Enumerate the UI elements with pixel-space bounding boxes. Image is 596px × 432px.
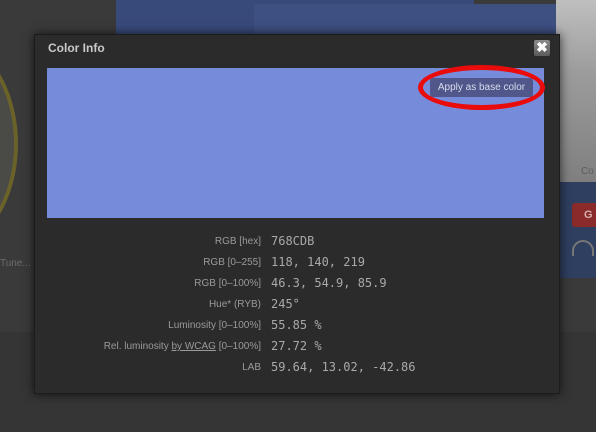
info-label-prefix: Rel. luminosity [103,341,172,352]
background-right-photo [556,0,596,182]
close-button[interactable]: ✖ [533,39,551,57]
info-label: RGB [hex] [214,236,261,247]
info-label: LAB [242,362,261,373]
background-top-panel [116,0,560,38]
gauge-icon [572,240,594,256]
info-value: 245° [271,297,300,311]
info-value: 27.72 % [271,339,322,353]
info-row-rgb-255: RGB [0–255] 118, 140, 219 [47,253,544,274]
info-row-hue: Hue* (RYB) 245° [47,295,544,316]
info-label: RGB [0–100%] [194,278,261,289]
info-label: RGB [0–255] [203,257,261,268]
info-value: 768CDB [271,234,315,248]
info-row-luminosity: Luminosity [0–100%] 55.85 % [47,316,544,337]
wcag-link[interactable]: by WCAG [172,341,216,352]
close-icon: ✖ [536,39,548,55]
background-right-photo-label: Co [581,166,594,177]
background-left-text: Tune... [0,258,31,269]
info-label: Luminosity [0–100%] [168,320,261,331]
info-value: 46.3, 54.9, 85.9 [271,276,387,290]
background-top-panel-inner [254,4,560,38]
background-right-button: G [572,203,596,227]
info-row-rgb-hex: RGB [hex] 768CDB [47,232,544,253]
info-value: 59.64, 13.02, -42.86 [271,360,416,374]
background-right-panel [556,182,596,278]
info-value: 118, 140, 219 [271,255,365,269]
info-row-lab: LAB 59.64, 13.02, -42.86 [47,358,544,379]
color-info-dialog: Color Info ✖ Apply as base color RGB [he… [34,34,560,394]
info-row-relative-luminosity: Rel. luminosity by WCAG [0–100%] 27.72 % [47,337,544,358]
info-label: Hue* (RYB) [208,299,261,310]
color-info-table: RGB [hex] 768CDB RGB [0–255] 118, 140, 2… [47,232,544,379]
dialog-title: Color Info [48,41,105,55]
info-label: Rel. luminosity by WCAG [0–100%] [104,341,261,352]
info-label-suffix: [0–100%] [215,341,261,352]
background-left-ring [0,40,18,248]
highlight-annotation-ring [418,65,545,110]
info-value: 55.85 % [271,318,322,332]
info-row-rgb-percent: RGB [0–100%] 46.3, 54.9, 85.9 [47,274,544,295]
